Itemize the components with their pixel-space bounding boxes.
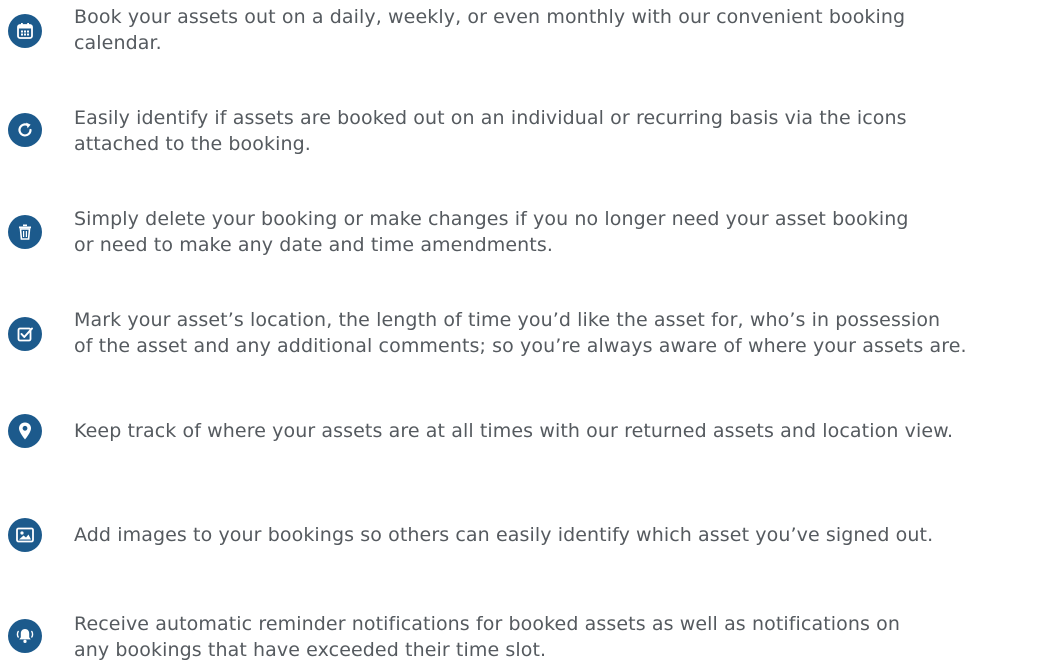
feature-text-line: Add images to your bookings so others ca…	[74, 524, 934, 546]
feature-description: Add images to your bookings so others ca…	[74, 522, 1034, 548]
feature-text-line: Easily identify if assets are booked out…	[74, 107, 907, 129]
feature-text-line: Mark your asset’s location, the length o…	[74, 309, 941, 331]
feature-text-line: Simply delete your booking or make chang…	[74, 208, 909, 230]
feature-description: Receive automatic reminder notifications…	[74, 611, 1034, 663]
feature-description: Simply delete your booking or make chang…	[74, 206, 1034, 258]
feature-text-line: calendar.	[74, 32, 162, 54]
feature-item-booking-calendar: Book your assets out on a daily, weekly,…	[0, 4, 1050, 64]
image-icon	[8, 518, 42, 552]
bell-icon	[8, 619, 42, 653]
feature-text-line: of the asset and any additional comments…	[74, 335, 967, 357]
trash-icon	[8, 215, 42, 249]
feature-text-line: any bookings that have exceeded their ti…	[74, 639, 547, 661]
feature-description: Book your assets out on a daily, weekly,…	[74, 4, 1034, 56]
feature-description: Keep track of where your assets are at a…	[74, 418, 1034, 444]
recurring-icon	[8, 113, 42, 147]
feature-item-location-tracking: Keep track of where your assets are at a…	[0, 414, 1050, 478]
location-pin-icon	[8, 414, 42, 448]
feature-text-line: attached to the booking.	[74, 133, 311, 155]
feature-list: Book your assets out on a daily, weekly,…	[0, 0, 1050, 665]
feature-text-line: Book your assets out on a daily, weekly,…	[74, 6, 906, 28]
feature-description: Mark your asset’s location, the length o…	[74, 307, 1034, 359]
feature-text-line: Keep track of where your assets are at a…	[74, 420, 954, 442]
checkbox-icon	[8, 317, 42, 351]
feature-item-reminder-notifications: Receive automatic reminder notifications…	[0, 611, 1050, 671]
feature-description: Easily identify if assets are booked out…	[74, 105, 1034, 157]
feature-item-recurring: Easily identify if assets are booked out…	[0, 105, 1050, 165]
feature-item-mark-location: Mark your asset’s location, the length o…	[0, 307, 1050, 367]
feature-text-line: Receive automatic reminder notifications…	[74, 613, 900, 635]
calendar-icon	[8, 14, 42, 48]
feature-text-line: or need to make any date and time amendm…	[74, 234, 553, 256]
feature-item-delete-booking: Simply delete your booking or make chang…	[0, 206, 1050, 266]
feature-item-add-images: Add images to your bookings so others ca…	[0, 518, 1050, 582]
